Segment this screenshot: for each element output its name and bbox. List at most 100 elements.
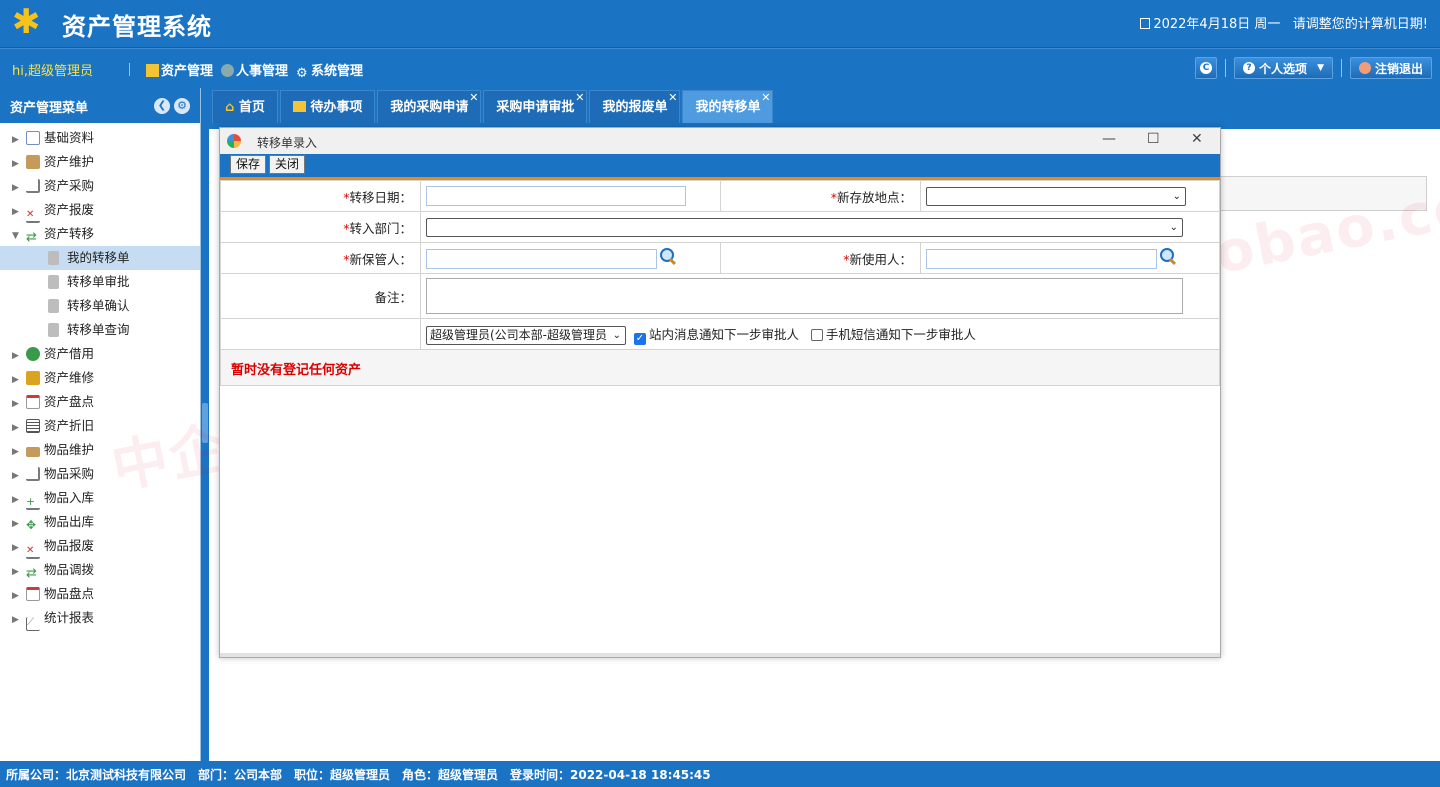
document-icon — [48, 251, 59, 265]
sidebar-item-item-stock-out[interactable]: ▶ ✥ 物品出库 — [0, 510, 200, 534]
label-new-user: *新使用人： — [720, 242, 921, 274]
sidebar-item-item-purchase[interactable]: ▶ 物品采购 — [0, 462, 200, 486]
label-dept-in: *转入部门： — [220, 211, 421, 243]
sidebar-item-asset-purchase[interactable]: ▶ 资产采购 — [0, 174, 200, 198]
sidebar-item-item-maintain[interactable]: ▶ 物品维护 — [0, 438, 200, 462]
notify-sms-label: 手机短信通知下一步审批人 — [825, 326, 976, 342]
sidebar-item-asset-maintain[interactable]: ▶ 资产维护 — [0, 150, 200, 174]
cell-new-location: ⌄ — [920, 180, 1220, 212]
approver-select[interactable]: 超级管理员(公司本部-超级管理员 ⌄ — [426, 325, 626, 345]
tab-purchase-approve[interactable]: 采购申请审批 ✕ — [483, 90, 588, 123]
tab-todo[interactable]: 待办事项 — [279, 90, 376, 123]
nav-sep-2 — [1340, 59, 1342, 77]
close-icon[interactable]: ✕ — [668, 81, 677, 114]
expand-arrow-icon: ▶ — [12, 567, 19, 577]
menu-asset-management[interactable]: 资产管理 — [146, 60, 213, 80]
close-icon[interactable]: ✕ — [761, 81, 770, 114]
document-icon — [48, 275, 59, 289]
scrap-cart-icon: ✕ — [26, 209, 40, 223]
basic-data-icon — [26, 131, 40, 145]
collapse-left-icon[interactable]: ❮ — [154, 98, 170, 114]
remark-textarea[interactable] — [426, 278, 1183, 314]
sidebar-item-statistics[interactable]: ▶ ⟋ 统计报表 — [0, 606, 200, 631]
label-new-keeper: *新保管人： — [220, 242, 421, 274]
notify-sms-checkbox[interactable] — [810, 328, 823, 341]
panel-splitter[interactable] — [201, 88, 209, 761]
transfer-form: *转移日期： *新存放地点： ⌄ *转入部门： ⌄ *新保管人： *新使用人： … — [220, 180, 1220, 350]
menu-hr-management[interactable]: 人事管理 — [221, 60, 288, 80]
refresh-button[interactable]: C — [1195, 57, 1218, 79]
sidebar-item-asset-borrow[interactable]: ▶ 资产借用 — [0, 342, 200, 366]
people-icon — [221, 64, 235, 77]
logout-button[interactable]: 注销退出 — [1349, 57, 1432, 79]
close-button[interactable]: 关闭 — [269, 155, 306, 174]
expand-arrow-icon: ▶ — [12, 471, 19, 481]
tab-my-scrap[interactable]: 我的报废单 ✕ — [589, 90, 681, 123]
sidebar-item-transfer-query[interactable]: 转移单查询 — [0, 318, 200, 342]
document-icon — [48, 299, 59, 313]
dialog-toolbar: 保存 关闭 — [220, 154, 1220, 180]
sidebar-item-my-transfer[interactable]: 我的转移单 — [0, 246, 200, 270]
sidebar-item-asset-scrap[interactable]: ▶ ✕ 资产报废 — [0, 198, 200, 223]
sidebar-header: 资产管理菜单 ❮ ⚙ — [0, 88, 200, 123]
transfer-entry-dialog: 转移单录入 — ☐ ✕ 保存 关闭 *转移日期： *新存放地点： ⌄ *转入部门… — [219, 127, 1221, 658]
save-button[interactable]: 保存 — [230, 155, 267, 174]
close-icon[interactable]: ✕ — [469, 81, 478, 114]
tab-home[interactable]: ⌂ 首页 — [212, 90, 278, 123]
expand-arrow-icon: ▶ — [12, 135, 19, 145]
label-new-location: *新存放地点： — [720, 180, 921, 212]
new-location-select[interactable]: ⌄ — [926, 186, 1186, 206]
expand-arrow-icon: ▶ — [12, 399, 19, 409]
transfer-date-input[interactable] — [426, 186, 686, 206]
sidebar-item-basic-data[interactable]: ▶ 基础资料 — [0, 126, 200, 150]
new-keeper-input[interactable] — [426, 248, 657, 269]
tab-my-transfer[interactable]: 我的转移单 ✕ — [682, 90, 774, 123]
expand-arrow-icon: ▶ — [12, 543, 19, 553]
flower-logo-icon: ✱ — [12, 2, 41, 42]
sidebar-title: 资产管理菜单 — [10, 101, 89, 116]
sidebar-item-item-allocate[interactable]: ▶ ⇄ 物品调拨 — [0, 558, 200, 582]
cart-icon — [26, 179, 40, 193]
notify-internal-checkbox[interactable]: ✓ — [633, 332, 646, 345]
top-header: ✱ 资产管理系统 2022年4月18日 周一 请调整您的计算机日期! — [0, 0, 1440, 48]
sidebar-item-item-scrap[interactable]: ▶ ✕ 物品报废 — [0, 534, 200, 559]
label-transfer-date: *转移日期： — [220, 180, 421, 212]
date-hint: 请调整您的计算机日期! — [1292, 17, 1428, 32]
expand-arrow-icon: ▶ — [12, 519, 19, 529]
transfer-arrows-icon: ⇄ — [26, 230, 37, 245]
cart-in-icon: + — [26, 496, 40, 510]
minimize-icon[interactable]: — — [1102, 131, 1116, 147]
calculator-icon — [26, 419, 40, 433]
sidebar-item-asset-depreciation[interactable]: ▶ 资产折旧 — [0, 414, 200, 438]
close-window-icon[interactable]: ✕ — [1191, 131, 1203, 147]
cell-remark — [420, 273, 1220, 319]
search-icon[interactable] — [659, 247, 677, 265]
sidebar-item-asset-repair[interactable]: ▶ 资产维修 — [0, 366, 200, 390]
tab-bar: ⌂ 首页 待办事项 我的采购申请 ✕ 采购申请审批 ✕ 我的报废单 ✕ 我的转移单 ✕ — [209, 88, 1440, 123]
maximize-icon[interactable]: ☐ — [1147, 131, 1160, 147]
nav-divider — [129, 63, 130, 76]
box-icon — [26, 155, 40, 169]
dept-in-select[interactable]: ⌄ — [426, 217, 1183, 237]
sidebar-item-transfer-approve[interactable]: 转移单审批 — [0, 270, 200, 294]
splitter-handle[interactable] — [202, 403, 208, 443]
cart-icon — [26, 467, 40, 481]
app-title: 资产管理系统 — [62, 13, 212, 41]
sidebar-item-asset-transfer[interactable]: ▼ ⇄ 资产转移 — [0, 222, 200, 246]
sidebar-item-item-stock-in[interactable]: ▶ + 物品入库 — [0, 486, 200, 510]
borrow-icon — [26, 347, 40, 361]
sidebar-item-transfer-confirm[interactable]: 转移单确认 — [0, 294, 200, 318]
sidebar-item-asset-inventory[interactable]: ▶ 资产盘点 — [0, 390, 200, 414]
new-user-input[interactable] — [926, 248, 1157, 269]
sidebar-item-item-inventory[interactable]: ▶ 物品盘点 — [0, 582, 200, 606]
close-icon[interactable]: ✕ — [575, 81, 584, 114]
dialog-bottom-bar — [220, 653, 1220, 657]
personal-options-button[interactable]: ? 个人选项 ▼ — [1234, 57, 1333, 79]
search-icon[interactable] — [1159, 247, 1177, 265]
menu-system-management[interactable]: ⚙ 系统管理 — [296, 60, 363, 80]
dialog-title: 转移单录入 — [257, 136, 318, 150]
dialog-titlebar: 转移单录入 — ☐ ✕ — [220, 128, 1220, 154]
home-icon: ⌂ — [225, 100, 235, 115]
settings-gear-icon[interactable]: ⚙ — [174, 98, 190, 114]
tab-my-purchase[interactable]: 我的采购申请 ✕ — [377, 90, 482, 123]
